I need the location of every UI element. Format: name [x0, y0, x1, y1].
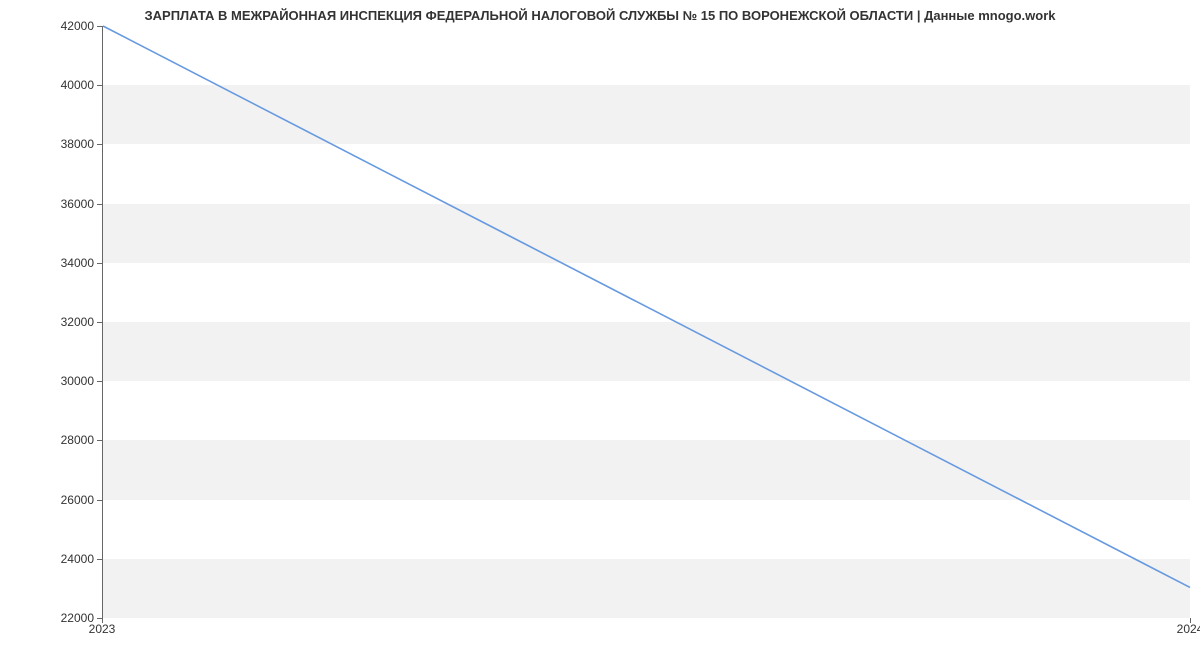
y-tick-mark	[97, 559, 102, 560]
y-tick-label: 24000	[61, 552, 94, 566]
y-tick-label: 28000	[61, 433, 94, 447]
x-tick-mark	[102, 618, 103, 623]
x-tick-label: 2023	[89, 622, 116, 636]
y-tick-mark	[97, 144, 102, 145]
y-tick-mark	[97, 322, 102, 323]
y-tick-mark	[97, 26, 102, 27]
y-tick-label: 30000	[61, 374, 94, 388]
y-tick-mark	[97, 381, 102, 382]
y-tick-label: 32000	[61, 315, 94, 329]
y-tick-label: 40000	[61, 78, 94, 92]
y-tick-label: 42000	[61, 19, 94, 33]
chart-svg	[103, 26, 1190, 617]
y-tick-mark	[97, 204, 102, 205]
plot-area	[102, 26, 1190, 618]
chart-title: ЗАРПЛАТА В МЕЖРАЙОННАЯ ИНСПЕКЦИЯ ФЕДЕРАЛ…	[0, 8, 1200, 23]
y-tick-mark	[97, 500, 102, 501]
y-tick-mark	[97, 85, 102, 86]
y-tick-label: 38000	[61, 137, 94, 151]
y-tick-label: 26000	[61, 493, 94, 507]
x-tick-label: 2024	[1177, 622, 1200, 636]
y-tick-label: 34000	[61, 256, 94, 270]
y-tick-mark	[97, 440, 102, 441]
line-series	[103, 26, 1190, 587]
chart-container: ЗАРПЛАТА В МЕЖРАЙОННАЯ ИНСПЕКЦИЯ ФЕДЕРАЛ…	[0, 0, 1200, 650]
y-tick-mark	[97, 263, 102, 264]
y-tick-label: 36000	[61, 197, 94, 211]
x-tick-mark	[1190, 618, 1191, 623]
